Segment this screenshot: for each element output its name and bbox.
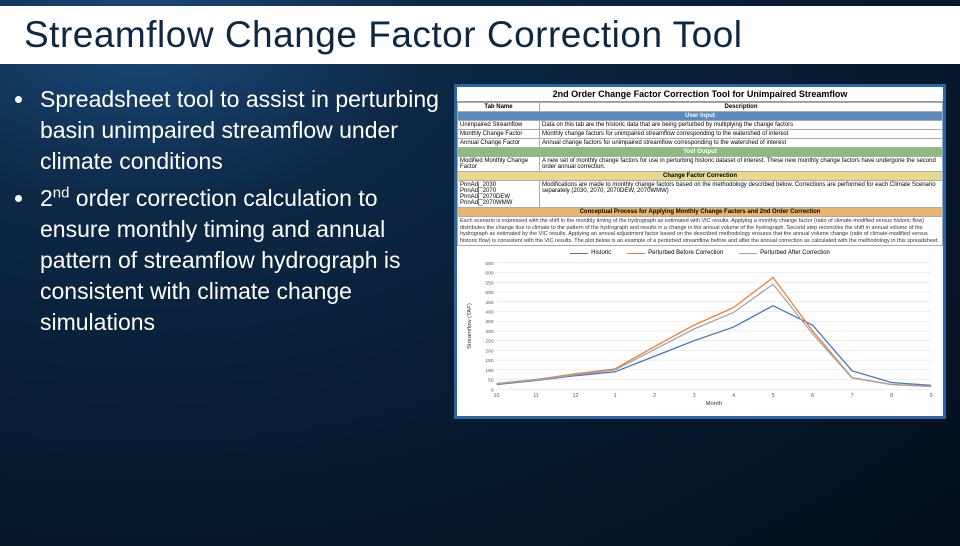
svg-text:400: 400: [485, 310, 493, 316]
svg-text:600: 600: [485, 271, 493, 277]
bullet-2-rest: order correction calculation to ensure m…: [40, 185, 401, 335]
svg-text:50: 50: [488, 378, 494, 384]
svg-text:12: 12: [573, 394, 579, 400]
svg-text:550: 550: [485, 281, 493, 287]
svg-text:150: 150: [485, 358, 493, 364]
svg-text:2: 2: [653, 394, 656, 400]
svg-text:5: 5: [772, 394, 775, 400]
page-title: Streamflow Change Factor Correction Tool: [0, 6, 960, 64]
banner-cfc: Change Factor Correction: [458, 172, 943, 181]
col-tab: Tab Name: [458, 103, 540, 112]
banner-tool-output-label: Tool Output: [458, 148, 943, 157]
scenario-label: PnnAdj_2070WMW: [460, 200, 537, 206]
banner-process: Conceptual Process for Applying Monthly …: [458, 208, 943, 217]
table-header: Tab Name Description: [458, 103, 943, 112]
cell: Annual change factors for unimpaired str…: [540, 139, 943, 148]
banner-user-input-label: User Input: [458, 112, 943, 121]
line-chart: 0501001502002503003504004505005506006501…: [463, 258, 937, 408]
bullet-2-sup: nd: [53, 184, 70, 201]
svg-text:100: 100: [485, 368, 493, 374]
svg-text:6: 6: [811, 394, 814, 400]
svg-text:350: 350: [485, 320, 493, 326]
legend-item-historic: Historic: [570, 250, 611, 256]
svg-text:Streamflow (TAF): Streamflow (TAF): [467, 304, 473, 350]
process-paragraph: Each scenario is expressed with the shif…: [458, 217, 943, 246]
col-desc: Description: [540, 103, 943, 112]
svg-text:300: 300: [485, 329, 493, 335]
svg-text:3: 3: [693, 394, 696, 400]
legend-label: Perturbed Before Correction: [648, 250, 723, 256]
svg-text:10: 10: [494, 394, 500, 400]
table-row: Monthly Change FactorMonthly change fact…: [458, 130, 943, 139]
chart-legend: Historic Perturbed Before Correction Per…: [463, 250, 937, 256]
chart-container: Historic Perturbed Before Correction Per…: [457, 246, 943, 416]
legend-item-before: Perturbed Before Correction: [627, 250, 723, 256]
cell: Monthly Change Factor: [458, 130, 540, 139]
cell: Monthly change factors for unimpaired st…: [540, 130, 943, 139]
svg-text:9: 9: [930, 394, 933, 400]
cell: Unimpaired Streamflow: [458, 121, 540, 130]
svg-text:250: 250: [485, 339, 493, 345]
svg-text:8: 8: [890, 394, 893, 400]
legend-label: Perturbed After Correction: [760, 250, 830, 256]
svg-text:11: 11: [533, 394, 539, 400]
banner-cfc-label: Change Factor Correction: [458, 172, 943, 181]
cell: Modifications are made to monthly change…: [540, 181, 943, 208]
table-row: Unimpaired StreamflowData on this tab ar…: [458, 121, 943, 130]
legend-swatch: [739, 253, 757, 254]
sheet-table: Tab Name Description User Input Unimpair…: [457, 102, 943, 246]
legend-swatch: [570, 253, 588, 254]
cell-scenarios: PnnAdj_2030 PnnAdj_2070 PnnAdj_2070DEW P…: [458, 181, 540, 208]
bullet-list: Spreadsheet tool to assist in perturbing…: [14, 84, 444, 419]
svg-text:200: 200: [485, 349, 493, 355]
svg-text:4: 4: [732, 394, 735, 400]
svg-text:7: 7: [851, 394, 854, 400]
content-row: Spreadsheet tool to assist in perturbing…: [0, 64, 960, 419]
cell: Annual Change Factor: [458, 139, 540, 148]
table-row: Annual Change FactorAnnual change factor…: [458, 139, 943, 148]
cell: Modified Monthly Change Factor: [458, 157, 540, 172]
svg-text:500: 500: [485, 290, 493, 296]
banner-user-input: User Input: [458, 112, 943, 121]
table-row: PnnAdj_2030 PnnAdj_2070 PnnAdj_2070DEW P…: [458, 181, 943, 208]
legend-swatch: [627, 253, 645, 254]
cell: A new set of monthly change factors for …: [540, 157, 943, 172]
bullet-1: Spreadsheet tool to assist in perturbing…: [36, 84, 444, 177]
svg-text:450: 450: [485, 300, 493, 306]
panel-heading: 2nd Order Change Factor Correction Tool …: [457, 87, 943, 102]
legend-item-after: Perturbed After Correction: [739, 250, 830, 256]
svg-text:1: 1: [614, 394, 617, 400]
spreadsheet-panel: 2nd Order Change Factor Correction Tool …: [454, 84, 946, 419]
table-row: Each scenario is expressed with the shif…: [458, 217, 943, 246]
table-row: Modified Monthly Change FactorA new set …: [458, 157, 943, 172]
banner-tool-output: Tool Output: [458, 148, 943, 157]
legend-label: Historic: [591, 250, 611, 256]
svg-text:650: 650: [485, 261, 493, 267]
bullet-2: 2nd order correction calculation to ensu…: [36, 183, 444, 338]
svg-text:Month: Month: [706, 401, 722, 407]
banner-process-label: Conceptual Process for Applying Monthly …: [458, 208, 943, 217]
cell: Data on this tab are the historic data t…: [540, 121, 943, 130]
bullet-2-num: 2: [40, 185, 53, 211]
